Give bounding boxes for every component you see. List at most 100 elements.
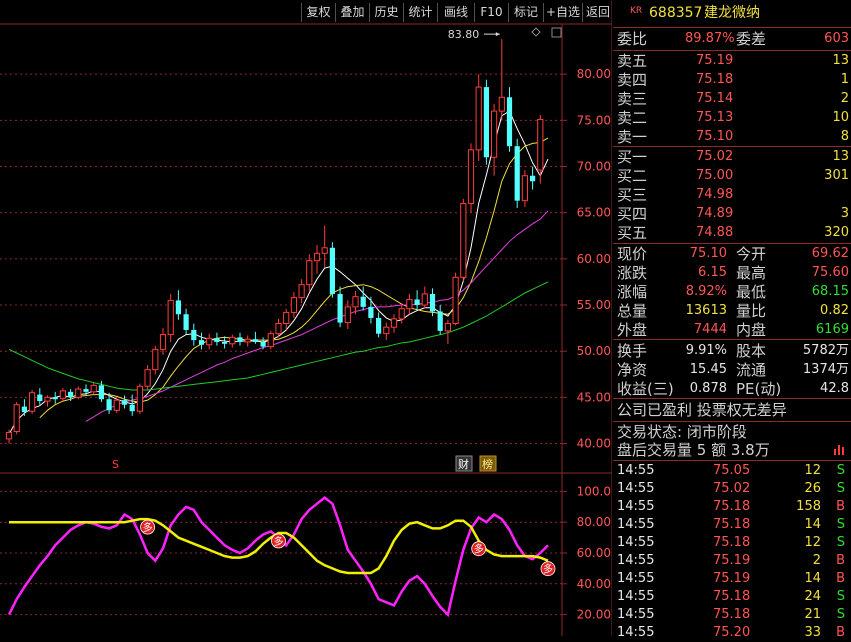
bid-row[interactable]: 买五 74.88 320 (613, 224, 851, 242)
osc-tick-label: 60.00 (577, 546, 611, 560)
candle-body (530, 175, 536, 182)
candle-body (390, 318, 398, 328)
trading-status-text: 交易状态: 闭市阶段 (617, 423, 747, 441)
ask-row[interactable]: 卖四 75.18 1 (613, 71, 851, 89)
candle (237, 332, 243, 346)
candle-body (229, 336, 236, 345)
divider (613, 421, 851, 422)
ask-volume: 1 (840, 72, 849, 87)
candle-body (152, 348, 159, 371)
trade-price: 75.18 (713, 499, 751, 514)
wei-bi-label: 委比 (617, 30, 648, 48)
stats-value: 9.91% (685, 343, 727, 358)
candle (360, 286, 366, 311)
trade-time: 14:55 (617, 607, 655, 622)
trade-time: 14:55 (617, 589, 655, 604)
quote-value: 68.15 (811, 284, 849, 299)
trade-volume: 2 (812, 553, 821, 568)
info-line-2: 交易状态: 闭市阶段 (613, 423, 851, 441)
after-hours-text: 盘后交易量 5 额 3.8万 (617, 441, 770, 459)
osc-tick-label: 80.00 (577, 515, 611, 529)
ask-row[interactable]: 卖二 75.13 10 (613, 109, 851, 127)
trade-volume: 33 (804, 625, 821, 640)
price-tick-label: 50.00 (577, 344, 611, 358)
trade-price: 75.19 (713, 571, 751, 586)
candle-body (406, 298, 413, 310)
ask-row[interactable]: 卖三 75.14 2 (613, 90, 851, 108)
quote-row: 现价 75.10 今开 69.62 (613, 245, 851, 263)
candle (13, 401, 20, 435)
bid-row[interactable]: 买三 74.98 (613, 186, 851, 204)
quote-value: 13613 (685, 303, 727, 318)
stats-label: 流通 (736, 361, 767, 379)
candle (136, 383, 144, 414)
osc-tick-label: 100.0 (577, 484, 611, 498)
bid-price: 75.02 (696, 149, 734, 164)
candle (152, 345, 159, 375)
duo-marker: 多 (143, 521, 153, 534)
candle-body (68, 391, 74, 398)
bid-row[interactable]: 买二 75.00 301 (613, 167, 851, 185)
trade-side: B (836, 625, 845, 640)
bid-price: 74.88 (696, 225, 734, 240)
candle (75, 386, 82, 400)
quote-value: 6.15 (698, 265, 727, 280)
quote-row: 涨幅 8.92% 最低 68.15 (613, 283, 851, 301)
candle-body (421, 293, 428, 306)
chart-frame (0, 0, 612, 636)
candle (368, 296, 374, 324)
candle-body (252, 339, 258, 342)
quote-label: 内盘 (736, 321, 767, 339)
quote-label: 最高 (736, 264, 767, 282)
candle-body (321, 247, 328, 254)
trade-time: 14:55 (617, 463, 655, 478)
candle-body (360, 296, 366, 307)
candle (321, 225, 328, 269)
osc-fast-line (7, 496, 549, 618)
candle-body (129, 404, 135, 412)
trade-time: 14:55 (617, 535, 655, 550)
candle-body (290, 297, 297, 313)
trade-volume: 158 (796, 499, 821, 514)
trade-side: S (836, 463, 845, 478)
market-tag: KR (630, 6, 643, 16)
bar-chart-icon[interactable] (833, 443, 845, 455)
kline-chart[interactable]: 40.00 45.00 50.00 55.00 60.00 65.00 70.00 75.00… (0, 0, 612, 636)
candle-body (483, 87, 489, 158)
price-tick-label: 60.00 (577, 252, 611, 266)
quote-label: 涨跌 (617, 264, 648, 282)
candle (52, 391, 58, 404)
candle-body (167, 299, 174, 336)
candles (5, 39, 544, 444)
max-price-label: 83.80 (448, 28, 480, 41)
trade-time: 14:55 (617, 499, 655, 514)
candle (421, 286, 428, 309)
ask-row[interactable]: 卖一 75.10 8 (613, 128, 851, 146)
candle-body (75, 388, 82, 398)
candle (244, 335, 251, 347)
candle-body (244, 338, 251, 343)
candle-body (83, 389, 89, 392)
bid-row[interactable]: 买四 74.89 3 (613, 205, 851, 223)
trade-price: 75.18 (713, 589, 751, 604)
trade-price: 75.19 (713, 553, 751, 568)
ask-row[interactable]: 卖五 75.19 13 (613, 52, 851, 70)
price-tick-label: 45.00 (577, 390, 611, 404)
candle-body (183, 314, 189, 330)
candle-body (144, 369, 151, 387)
candle (306, 254, 313, 292)
info-profit-text: 公司已盈利 投票权无差异 (617, 401, 787, 419)
candle (483, 79, 489, 165)
candle-body (444, 322, 451, 332)
quote-row: 涨跌 6.15 最高 75.60 (613, 264, 851, 282)
quote-row: 外盘 7444 内盘 6169 (613, 321, 851, 339)
quote-label: 现价 (617, 245, 648, 263)
bid-row[interactable]: 买一 75.02 13 (613, 148, 851, 166)
ma-long-line (85, 210, 549, 422)
bid-price: 74.89 (696, 206, 734, 221)
candle-body (437, 311, 443, 331)
candle-body (475, 86, 482, 151)
candle-body (398, 308, 405, 320)
wei-bi-row: 委比 89.87% 委差 603 (613, 30, 851, 48)
candle (521, 170, 528, 208)
